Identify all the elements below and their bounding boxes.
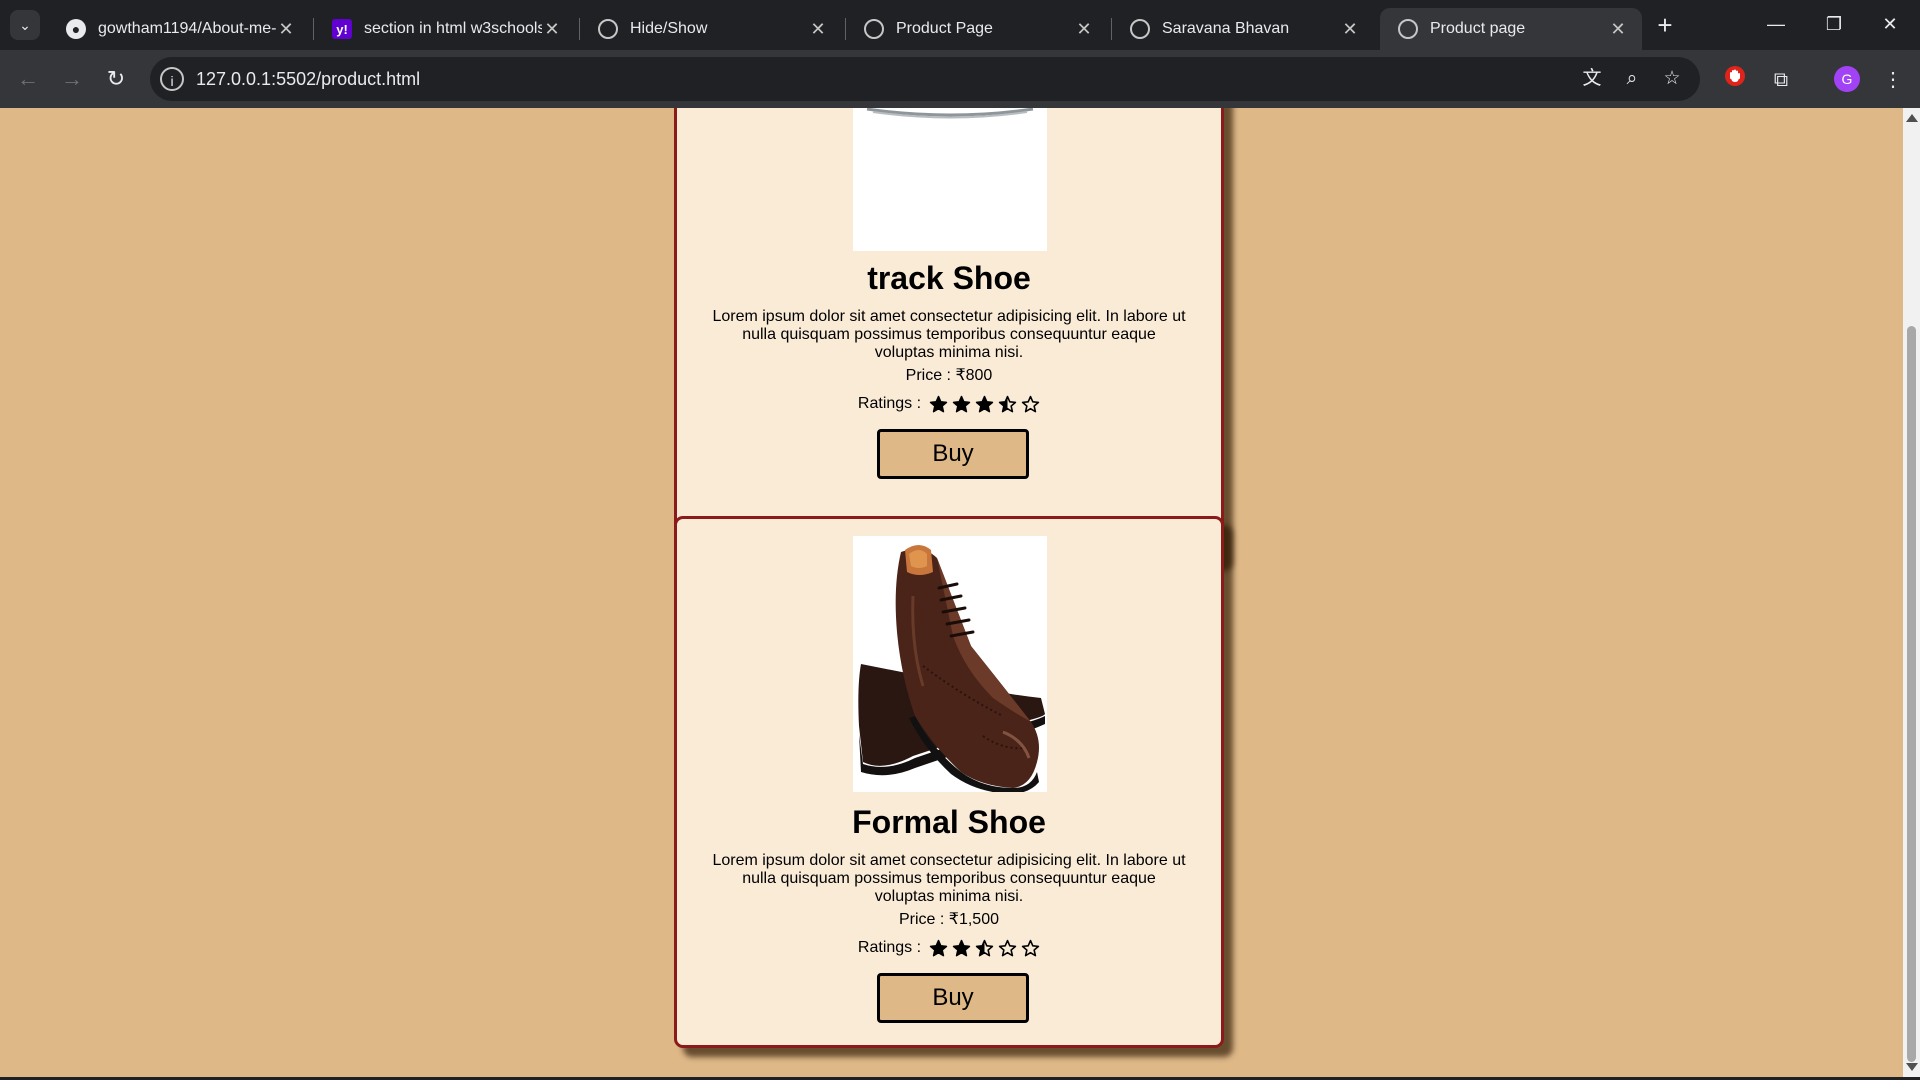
globe-icon: · (864, 19, 884, 39)
globe-icon: · (598, 19, 618, 39)
star-half-icon (975, 939, 994, 956)
restore-button[interactable]: ❐ (1810, 8, 1858, 40)
kebab-menu-icon: ⋮ (1883, 69, 1903, 91)
close-icon[interactable]: ✕ (1074, 19, 1094, 40)
tab-title: Product page (1430, 20, 1526, 37)
address-bar[interactable]: i 127.0.0.1:5502/product.html 文 ⌕ ☆ (150, 57, 1700, 101)
star-rating (929, 939, 1040, 958)
tab-github[interactable]: ● gowtham1194/About-me- ✕ (48, 8, 310, 50)
reload-icon: ↻ (106, 66, 126, 91)
tab-saravana-bhavan[interactable]: · Saravana Bhavan ✕ (1112, 8, 1374, 50)
star-half-icon (998, 395, 1017, 412)
close-icon[interactable]: ✕ (1340, 19, 1360, 40)
product-card: Formal Shoe Lorem ipsum dolor sit amet c… (674, 516, 1224, 1048)
close-icon[interactable]: ✕ (276, 19, 296, 40)
minimize-button[interactable]: — (1752, 8, 1800, 40)
product-image (853, 108, 1047, 251)
product-price: Price : ₹800 (905, 367, 993, 384)
zoom-icon[interactable]: ⌕ (1618, 65, 1646, 93)
product-price: Price : ₹1,500 (898, 911, 999, 928)
product-image (853, 536, 1047, 792)
buy-button[interactable]: Buy (877, 429, 1029, 479)
close-window-button[interactable]: ✕ (1866, 8, 1914, 40)
buy-button[interactable]: Buy (877, 973, 1029, 1023)
formal-shoe-image (853, 536, 1047, 792)
tab-title: section in html w3schools (364, 20, 542, 37)
bookmark-star-icon[interactable]: ☆ (1658, 65, 1686, 93)
product-card: track Shoe Lorem ipsum dolor sit amet co… (674, 108, 1224, 562)
tab-title: Product Page (896, 20, 993, 37)
arrow-left-icon: ← (17, 66, 39, 91)
yahoo-icon: y! (332, 19, 352, 39)
star-rating (929, 395, 1040, 414)
forward-button[interactable]: → (56, 63, 88, 95)
star-filled-icon (975, 395, 994, 412)
chevron-down-icon: ⌄ (19, 16, 31, 33)
page-viewport: track Shoe Lorem ipsum dolor sit amet co… (0, 108, 1903, 1077)
hand-stop-icon (1725, 66, 1745, 86)
tab-title: Hide/Show (630, 20, 708, 37)
github-icon: ● (66, 19, 86, 39)
ratings-label: Ratings : (857, 395, 922, 412)
globe-icon: · (1398, 19, 1418, 39)
restore-icon: ❐ (1825, 14, 1843, 34)
star-filled-icon (952, 395, 971, 412)
tab-title: gowtham1194/About-me- (98, 20, 276, 37)
product-title: Formal Shoe (852, 804, 1046, 840)
star-empty-icon (998, 939, 1017, 956)
close-icon[interactable]: ✕ (1608, 19, 1628, 40)
shoe-image (853, 108, 1047, 251)
close-icon[interactable]: ✕ (542, 19, 562, 40)
back-button[interactable]: ← (12, 63, 44, 95)
tab-product-page-active[interactable]: · Product page ✕ (1380, 8, 1642, 50)
star-filled-icon (929, 939, 948, 956)
plus-icon: + (1657, 10, 1673, 40)
close-icon: ✕ (1882, 14, 1898, 34)
browser-toolbar: ← → ↻ i 127.0.0.1:5502/product.html 文 ⌕ … (0, 50, 1920, 108)
tab-product-page[interactable]: · Product Page ✕ (846, 8, 1108, 50)
scroll-down-arrow-icon[interactable] (1906, 1063, 1918, 1071)
profile-avatar[interactable]: G (1834, 66, 1860, 92)
vertical-scrollbar[interactable] (1903, 108, 1920, 1077)
scroll-up-arrow-icon[interactable] (1906, 114, 1918, 122)
tab-title: Saravana Bhavan (1162, 20, 1290, 37)
new-tab-button[interactable]: + (1650, 10, 1680, 40)
product-title: track Shoe (867, 260, 1031, 296)
product-ratings: Ratings : (677, 393, 1221, 415)
star-empty-icon (1021, 395, 1040, 412)
star-filled-icon (929, 395, 948, 412)
url-text[interactable]: 127.0.0.1:5502/product.html (196, 57, 420, 101)
puzzle-icon: ⧉ (1773, 69, 1789, 91)
browser-menu-button[interactable]: ⋮ (1878, 65, 1908, 95)
tab-search-button[interactable]: ⌄ (10, 10, 40, 40)
tab-strip: ⌄ ● gowtham1194/About-me- ✕ y! section i… (0, 0, 1920, 50)
tab-hide-show[interactable]: · Hide/Show ✕ (580, 8, 842, 50)
site-info-icon[interactable]: i (160, 67, 184, 91)
star-empty-icon (1021, 939, 1040, 956)
translate-icon[interactable]: 文 (1578, 65, 1606, 93)
product-description: Lorem ipsum dolor sit amet consectetur a… (712, 308, 1186, 361)
star-filled-icon (952, 939, 971, 956)
extensions-button[interactable]: ⧉ (1766, 65, 1796, 95)
globe-icon: · (1130, 19, 1150, 39)
product-description: Lorem ipsum dolor sit amet consectetur a… (712, 852, 1186, 905)
extension-adblock-icon[interactable] (1720, 65, 1750, 95)
ratings-label: Ratings : (857, 939, 922, 956)
close-icon[interactable]: ✕ (808, 19, 828, 40)
arrow-right-icon: → (61, 66, 83, 91)
tab-w3schools-search[interactable]: y! section in html w3schools ✕ (314, 8, 576, 50)
scrollbar-thumb[interactable] (1907, 326, 1916, 1062)
product-ratings: Ratings : (677, 937, 1221, 959)
minimize-icon: — (1767, 14, 1785, 34)
reload-button[interactable]: ↻ (100, 63, 132, 95)
